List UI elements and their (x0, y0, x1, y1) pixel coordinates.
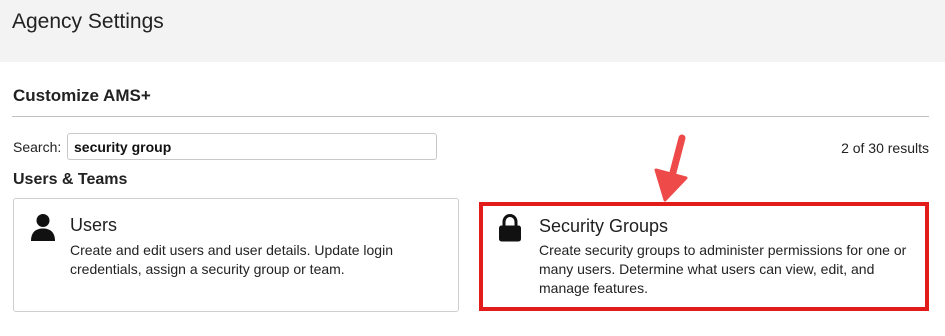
page-title: Agency Settings (12, 10, 164, 33)
security-groups-card-description: Create security groups to administer per… (539, 241, 906, 298)
page-header: Agency Settings (0, 0, 945, 62)
section-divider (12, 116, 929, 117)
security-groups-card-title: Security Groups (539, 216, 669, 236)
users-card-desc-line: Create and edit users and user details. … (70, 242, 393, 258)
search-label: Search: (13, 139, 62, 155)
security-groups-desc-line: Create security groups to administer per… (539, 242, 907, 258)
annotation-arrow-icon (654, 134, 688, 202)
users-card-description: Create and edit users and user details. … (70, 241, 393, 279)
search-input[interactable] (67, 133, 437, 160)
security-groups-card[interactable]: Security Groups Create security groups t… (482, 206, 924, 308)
security-groups-desc-line: manage features. (539, 280, 648, 296)
section-title: Customize AMS+ (13, 86, 151, 105)
lock-icon (499, 214, 521, 242)
results-count: 2 of 30 results (841, 140, 929, 156)
users-card[interactable]: Users Create and edit users and user det… (13, 198, 459, 312)
group-title: Users & Teams (13, 171, 128, 188)
users-card-desc-line: credentials, assign a security group or … (70, 261, 345, 277)
security-groups-desc-line: many users. Determine what users can vie… (539, 261, 875, 277)
user-icon (31, 214, 55, 241)
users-card-title: Users (70, 215, 118, 235)
